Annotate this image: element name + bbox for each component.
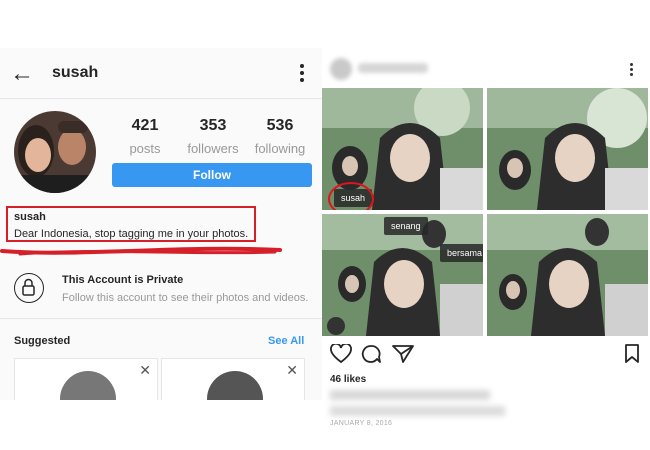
suggested-avatar[interactable] bbox=[60, 371, 116, 400]
red-underline-scribble bbox=[0, 246, 282, 256]
post-date: JANUARY 8, 2016 bbox=[330, 420, 393, 427]
grid-photo[interactable] bbox=[487, 88, 648, 210]
red-circle-annotation bbox=[328, 182, 374, 210]
bio-name: susah bbox=[14, 211, 46, 223]
blurred-username bbox=[358, 63, 428, 73]
grid-photo[interactable]: senang bersama bbox=[322, 214, 483, 336]
close-icon[interactable]: ✕ bbox=[286, 362, 298, 379]
post-header bbox=[322, 48, 650, 88]
private-description: Follow this account to see their photos … bbox=[62, 292, 309, 304]
profile-panel: ← susah 421 posts 353 followers 536 foll… bbox=[0, 48, 322, 400]
back-arrow-icon[interactable]: ← bbox=[10, 60, 34, 88]
suggested-title: Suggested bbox=[14, 335, 71, 347]
suggested-card[interactable]: ✕ bbox=[161, 358, 305, 400]
post-panel: susah senang bersama 46 likes JANUARY 8,… bbox=[322, 48, 650, 440]
see-all-link[interactable]: See All bbox=[268, 335, 304, 347]
photo-tag[interactable]: senang bbox=[384, 217, 428, 235]
more-vertical-icon[interactable] bbox=[300, 64, 304, 85]
following-stat[interactable]: 536 following bbox=[245, 117, 315, 156]
following-label: following bbox=[254, 141, 306, 156]
share-icon[interactable] bbox=[392, 344, 414, 369]
follow-button[interactable]: Follow bbox=[112, 163, 312, 187]
likes-count[interactable]: 46 likes bbox=[330, 374, 366, 385]
posts-label: posts bbox=[129, 141, 161, 156]
grid-photo[interactable] bbox=[487, 214, 648, 336]
avatar[interactable] bbox=[14, 111, 96, 193]
suggested-card[interactable]: ✕ bbox=[14, 358, 158, 400]
more-vertical-icon[interactable] bbox=[630, 63, 633, 78]
followers-count: 353 bbox=[199, 117, 227, 134]
profile-username-title: susah bbox=[52, 64, 99, 81]
heart-icon[interactable] bbox=[330, 342, 352, 369]
posts-count: 421 bbox=[131, 117, 159, 134]
lock-icon bbox=[14, 273, 44, 303]
grid-photo[interactable]: susah bbox=[322, 88, 483, 210]
followers-stat[interactable]: 353 followers bbox=[178, 117, 248, 156]
posts-stat[interactable]: 421 posts bbox=[110, 117, 180, 156]
comment-icon[interactable] bbox=[360, 344, 382, 369]
bio-box: susah Dear Indonesia, stop tagging me in… bbox=[6, 206, 256, 242]
bookmark-icon[interactable] bbox=[624, 344, 640, 369]
blurred-caption bbox=[330, 390, 490, 400]
suggested-avatar[interactable] bbox=[207, 371, 263, 400]
bio-text: Dear Indonesia, stop tagging me in your … bbox=[14, 228, 249, 240]
photo-grid: susah senang bersama bbox=[322, 88, 650, 338]
profile-header: ← susah bbox=[0, 48, 322, 99]
blurred-caption bbox=[330, 406, 505, 416]
close-icon[interactable]: ✕ bbox=[139, 362, 151, 379]
private-title: This Account is Private bbox=[62, 274, 184, 286]
photo-tag[interactable]: bersama bbox=[440, 244, 483, 262]
blurred-avatar bbox=[330, 58, 352, 80]
following-count: 536 bbox=[266, 117, 294, 134]
divider bbox=[0, 318, 322, 319]
followers-label: followers bbox=[187, 141, 239, 156]
post-actions bbox=[322, 342, 650, 368]
